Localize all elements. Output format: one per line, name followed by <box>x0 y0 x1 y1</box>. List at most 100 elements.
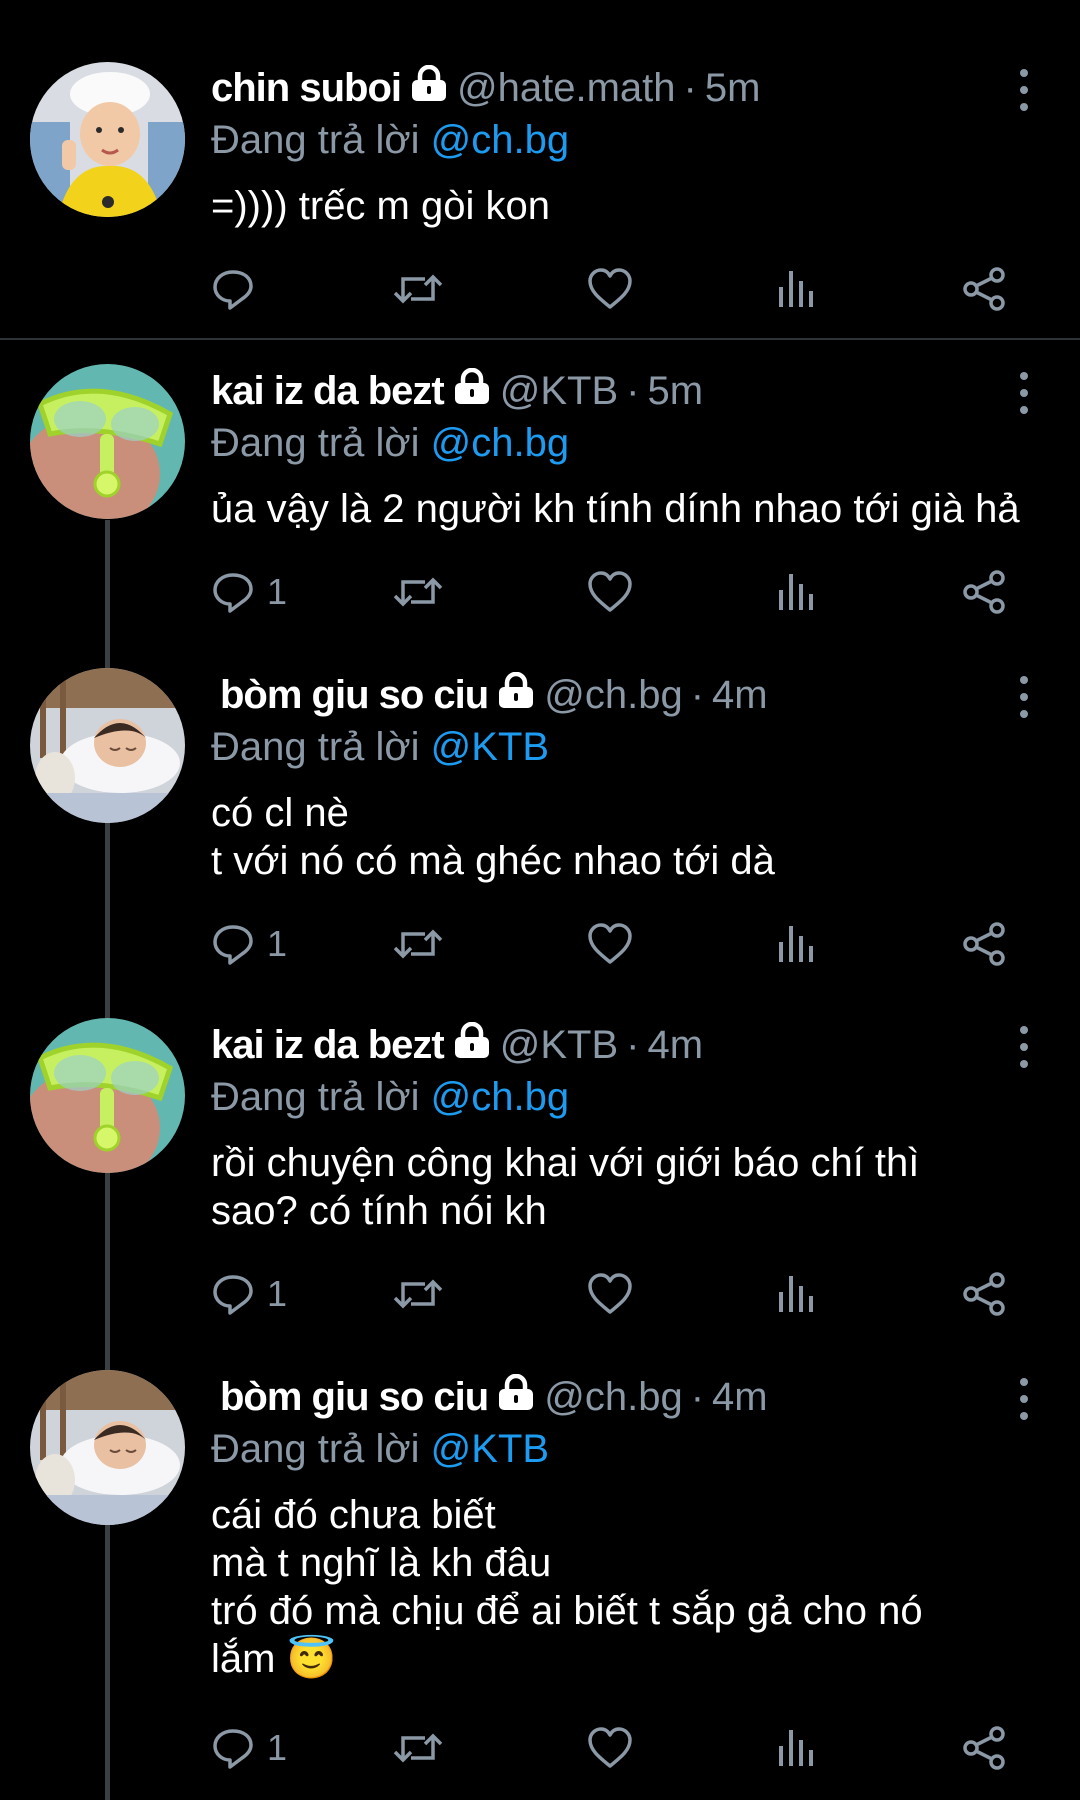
avatar[interactable] <box>30 1018 185 1173</box>
replying-to: Đang trả lời @ch.bg <box>211 118 569 163</box>
timestamp[interactable]: 5m <box>705 66 761 111</box>
like-button[interactable] <box>587 1718 633 1778</box>
replying-label: Đang trả lời <box>211 725 420 769</box>
retweet-icon <box>393 577 443 607</box>
tweet[interactable]: chin suboi @hate.math · 5m Đang trả lời … <box>0 0 1080 338</box>
retweet-button[interactable] <box>393 562 443 622</box>
tweet-header: bòm giu so ciu @ch.bg · 4m <box>211 671 980 722</box>
tweet-header: kai iz da bezt @KTB · 5m <box>211 367 980 418</box>
views-button[interactable] <box>776 562 816 622</box>
tweet[interactable]: bòm giu so ciu @ch.bg · 4m Đang trả lời … <box>0 644 1080 994</box>
display-name[interactable]: bòm giu so ciu <box>220 673 489 718</box>
separator-dot: · <box>683 66 697 110</box>
tweet-text: =)))) trếc m gòi kon <box>211 182 1050 230</box>
reply-button[interactable]: 1 <box>211 1718 287 1778</box>
reply-button[interactable]: 1 <box>211 1264 287 1324</box>
action-bar: 1 <box>211 1718 1011 1778</box>
mention-link[interactable]: @ch.bg <box>431 118 569 162</box>
share-button[interactable] <box>961 562 1007 622</box>
like-button[interactable] <box>587 914 633 974</box>
more-vertical-icon[interactable] <box>1004 1022 1044 1072</box>
mention-link[interactable]: @KTB <box>431 725 549 769</box>
reply-icon <box>213 1275 253 1315</box>
tweet[interactable]: bòm giu so ciu @ch.bg · 4m Đang trả lời … <box>0 1346 1080 1800</box>
replying-to: Đang trả lời @ch.bg <box>211 1075 569 1120</box>
display-name[interactable]: kai iz da bezt <box>211 1023 445 1068</box>
analytics-icon <box>779 1276 813 1312</box>
user-handle[interactable]: @ch.bg <box>544 1375 682 1420</box>
tweet-text-line: sao? có tính nói kh <box>211 1189 547 1233</box>
tweet-text-line: mà t nghĩ là kh đâu <box>211 1541 552 1585</box>
share-button[interactable] <box>961 1264 1007 1324</box>
lock-icon <box>452 1021 492 1068</box>
replying-label: Đang trả lời <box>211 421 420 465</box>
mention-link[interactable]: @ch.bg <box>431 421 569 465</box>
retweet-button[interactable] <box>393 259 443 319</box>
tweet-header: chin suboi @hate.math · 5m <box>211 64 980 115</box>
tweet-text-line: =)))) trếc m gòi kon <box>211 184 550 228</box>
reply-count: 1 <box>267 571 288 612</box>
avatar[interactable] <box>30 1370 185 1525</box>
action-bar <box>211 259 1011 319</box>
mention-link[interactable]: @ch.bg <box>431 1075 569 1119</box>
share-icon <box>963 570 1005 614</box>
tweet-text-line: có cl nè <box>211 791 349 835</box>
timestamp[interactable]: 4m <box>712 1375 768 1420</box>
more-vertical-icon[interactable] <box>1004 672 1044 722</box>
more-vertical-icon[interactable] <box>1004 368 1044 418</box>
like-button[interactable] <box>587 1264 633 1324</box>
tweet[interactable]: kai iz da bezt @KTB · 4m Đang trả lời @c… <box>0 994 1080 1344</box>
reply-button[interactable] <box>211 259 267 319</box>
replying-to: Đang trả lời @KTB <box>211 1427 549 1472</box>
action-bar: 1 <box>211 562 1011 622</box>
views-button[interactable] <box>776 259 816 319</box>
avatar[interactable] <box>30 668 185 823</box>
analytics-icon <box>779 271 813 307</box>
views-button[interactable] <box>776 1718 816 1778</box>
reply-button[interactable]: 1 <box>211 562 287 622</box>
tweet[interactable]: kai iz da bezt @KTB · 5m Đang trả lời @c… <box>0 340 1080 640</box>
more-vertical-icon[interactable] <box>1004 65 1044 115</box>
replying-to: Đang trả lời @ch.bg <box>211 421 569 466</box>
heart-icon <box>588 268 632 309</box>
lock-icon <box>496 1373 536 1420</box>
avatar[interactable] <box>30 62 185 217</box>
more-vertical-icon[interactable] <box>1004 1374 1044 1424</box>
tweet-text: cái đó chưa biết mà t nghĩ là kh đâu tró… <box>211 1491 1050 1683</box>
share-icon <box>963 267 1005 311</box>
reply-button[interactable]: 1 <box>211 914 287 974</box>
share-icon <box>963 922 1005 966</box>
tweet-text: rồi chuyện công khai với giới báo chí th… <box>211 1139 1050 1235</box>
share-icon <box>963 1726 1005 1770</box>
user-handle[interactable]: @hate.math <box>457 66 676 111</box>
user-handle[interactable]: @ch.bg <box>544 673 682 718</box>
reply-count: 1 <box>267 923 288 964</box>
analytics-icon <box>779 926 813 962</box>
display-name[interactable]: kai iz da bezt <box>211 369 445 414</box>
share-button[interactable] <box>961 259 1007 319</box>
share-button[interactable] <box>961 1718 1007 1778</box>
retweet-button[interactable] <box>393 1718 443 1778</box>
timestamp[interactable]: 5m <box>647 369 703 414</box>
display-name[interactable]: chin suboi <box>211 66 402 111</box>
action-bar: 1 <box>211 914 1011 974</box>
views-button[interactable] <box>776 1264 816 1324</box>
share-icon <box>963 1272 1005 1316</box>
timestamp[interactable]: 4m <box>647 1023 703 1068</box>
timestamp[interactable]: 4m <box>712 673 768 718</box>
views-button[interactable] <box>776 914 816 974</box>
retweet-button[interactable] <box>393 914 443 974</box>
mention-link[interactable]: @KTB <box>431 1427 549 1471</box>
replying-to: Đang trả lời @KTB <box>211 725 549 770</box>
user-handle[interactable]: @KTB <box>500 1023 618 1068</box>
avatar[interactable] <box>30 364 185 519</box>
user-handle[interactable]: @KTB <box>500 369 618 414</box>
like-button[interactable] <box>587 259 633 319</box>
heart-icon <box>588 1273 632 1314</box>
display-name[interactable]: bòm giu so ciu <box>220 1375 489 1420</box>
reply-count: 1 <box>267 1273 288 1314</box>
tweet-text: có cl nè t với nó có mà ghéc nhao tới dà <box>211 789 1050 885</box>
like-button[interactable] <box>587 562 633 622</box>
share-button[interactable] <box>961 914 1007 974</box>
retweet-button[interactable] <box>393 1264 443 1324</box>
